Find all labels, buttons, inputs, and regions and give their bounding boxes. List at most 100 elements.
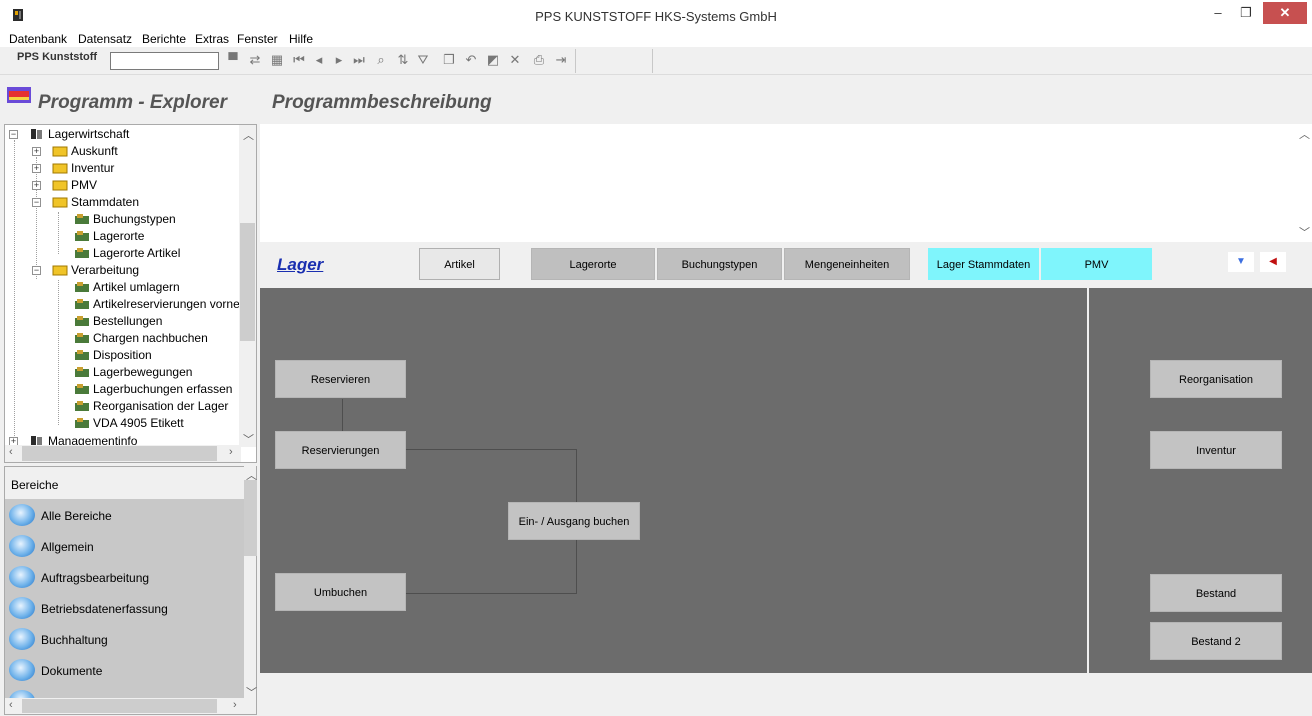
scrollbar-thumb[interactable] (240, 223, 255, 341)
tree-node-lagerbuchungen-erfassen[interactable]: Lagerbuchungen erfassen (7, 381, 239, 398)
tree-node-auskunft[interactable]: + Auskunft (7, 143, 237, 160)
inventur-button[interactable]: Inventur (1150, 431, 1282, 469)
previous-record-icon[interactable]: ◂ (310, 50, 328, 70)
lager-title-link[interactable]: Lager (277, 255, 323, 275)
tree-node-disposition[interactable]: Disposition (7, 347, 237, 364)
umbuchen-button[interactable]: Umbuchen (275, 573, 406, 611)
bereich-label: Buchhaltung (41, 633, 108, 647)
expand-icon[interactable]: + (32, 164, 41, 173)
tree-node-chargen-nachbuchen[interactable]: Chargen nachbuchen (7, 330, 237, 347)
bereich-alle-bereiche[interactable]: Alle Bereiche (5, 501, 244, 531)
nav-down-button[interactable]: ▼ (1228, 252, 1254, 272)
scroll-right-icon[interactable]: › (229, 446, 233, 458)
expand-icon[interactable]: + (32, 181, 41, 190)
menu-hilfe[interactable]: Hilfe (289, 32, 313, 46)
tree-vertical-scrollbar[interactable]: ︿ ﹀ (239, 125, 256, 447)
tree-label: Inventur (71, 161, 115, 175)
tree-node-inventur[interactable]: + Inventur (7, 160, 237, 177)
bereich-buchhaltung[interactable]: Buchhaltung (5, 625, 244, 655)
folder-icon (52, 146, 68, 157)
bereich-label: Betriebsdatenerfassung (41, 602, 168, 616)
bereich-partial[interactable] (5, 687, 244, 698)
tree-node-artikel-umlagern[interactable]: Artikel umlagern (7, 279, 237, 296)
toolbar-separator (652, 49, 653, 73)
bereich-allgemein[interactable]: Allgemein (5, 532, 244, 562)
reservieren-button[interactable]: Reservieren (275, 360, 406, 398)
description-scrollbar[interactable]: ︿ ﹀ (1295, 124, 1312, 242)
refresh-icon[interactable]: ⇄ (246, 50, 264, 70)
sort-icon[interactable]: ⇅ (394, 50, 412, 70)
scrollbar-thumb[interactable] (22, 446, 217, 461)
expand-icon[interactable]: + (32, 147, 41, 156)
tree-node-stammdaten[interactable]: − Stammdaten (7, 194, 237, 211)
tree-node-pmv[interactable]: + PMV (7, 177, 237, 194)
menu-berichte[interactable]: Berichte (142, 32, 186, 46)
tree-node-artikelreservierungen[interactable]: Artikelreservierungen vornel (7, 296, 239, 313)
bereiche-horizontal-scrollbar[interactable]: ‹ › (4, 698, 257, 715)
ein-ausgang-buchen-button[interactable]: Ein- / Ausgang buchen (508, 502, 640, 540)
grid-icon[interactable]: ▦ (268, 50, 286, 70)
collapse-icon[interactable]: − (9, 130, 18, 139)
nav-back-button[interactable]: ◀ (1260, 252, 1286, 272)
program-icon (75, 401, 89, 411)
tab-lager-stammdaten[interactable]: Lager Stammdaten (928, 248, 1039, 280)
tab-mengeneinheiten[interactable]: Mengeneinheiten (784, 248, 910, 280)
bereich-dokumente[interactable]: Dokumente (5, 656, 244, 686)
collapse-icon[interactable]: − (32, 198, 41, 207)
tree-node-buchungstypen[interactable]: Buchungstypen (7, 211, 237, 228)
scroll-down-icon[interactable]: ﹀ (243, 431, 254, 447)
new-record-icon[interactable]: ▀ (224, 50, 242, 70)
bereich-auftragsbearbeitung[interactable]: Auftragsbearbeitung (5, 563, 244, 593)
menu-fenster[interactable]: Fenster (237, 32, 278, 46)
reorganisation-button[interactable]: Reorganisation (1150, 360, 1282, 398)
scroll-up-icon[interactable]: ︿ (1299, 126, 1310, 142)
menu-extras[interactable]: Extras (195, 32, 229, 46)
tree-horizontal-scrollbar[interactable]: ‹ › (5, 445, 241, 462)
tab-artikel[interactable]: Artikel (419, 248, 500, 280)
print-icon[interactable]: ⎙ (530, 50, 548, 70)
tree-node-lagerorte-artikel[interactable]: Lagerorte Artikel (7, 245, 237, 262)
save-icon[interactable]: ◩ (484, 50, 502, 70)
close-button[interactable]: ✕ (1263, 2, 1307, 24)
reservierungen-button[interactable]: Reservierungen (275, 431, 406, 469)
tree-node-verarbeitung[interactable]: − Verarbeitung (7, 262, 237, 279)
maximize-button[interactable]: ❐ (1233, 2, 1259, 24)
copy-icon[interactable]: ❐ (440, 50, 458, 70)
minimize-button[interactable]: – (1205, 2, 1231, 24)
scroll-left-icon[interactable]: ‹ (9, 699, 13, 711)
tree-node-reorganisation-der-lager[interactable]: Reorganisation der Lager (7, 398, 239, 415)
tree-node-lagerbewegungen[interactable]: Lagerbewegungen (7, 364, 237, 381)
tab-buchungstypen[interactable]: Buchungstypen (657, 248, 782, 280)
scroll-left-icon[interactable]: ‹ (9, 446, 13, 458)
tree-node-lagerorte[interactable]: Lagerorte (7, 228, 237, 245)
tab-pmv[interactable]: PMV (1041, 248, 1152, 280)
toolbar-input[interactable] (110, 52, 219, 70)
menu-datenbank[interactable]: Datenbank (9, 32, 67, 46)
next-record-icon[interactable]: ▸ (330, 50, 348, 70)
program-icon (75, 350, 89, 360)
scroll-down-icon[interactable]: ﹀ (1299, 224, 1310, 240)
delete-icon[interactable]: ✕ (506, 50, 524, 70)
scrollbar-thumb[interactable] (22, 699, 217, 713)
first-record-icon[interactable]: ⏮ (290, 50, 308, 70)
bereich-betriebsdatenerfassung[interactable]: Betriebsdatenerfassung (5, 594, 244, 624)
filter-icon[interactable]: ⛛ (414, 50, 432, 70)
bestand-button[interactable]: Bestand (1150, 574, 1282, 612)
exit-icon[interactable]: ⇥ (552, 50, 570, 70)
collapse-icon[interactable]: − (32, 266, 41, 275)
undo-icon[interactable]: ↶ (462, 50, 480, 70)
search-record-icon[interactable]: ⌕ (372, 50, 390, 70)
tree-label: Stammdaten (71, 195, 140, 209)
bereiche-vertical-scrollbar[interactable]: ︿ ﹀ (244, 466, 257, 699)
scroll-right-icon[interactable]: › (233, 699, 237, 711)
scrollbar-thumb[interactable] (244, 480, 257, 556)
workflow-side-panel: Reorganisation Inventur Bestand Bestand … (1089, 288, 1312, 673)
tree-node-vda-4905-etikett[interactable]: VDA 4905 Etikett (7, 415, 237, 432)
tree-node-bestellungen[interactable]: Bestellungen (7, 313, 237, 330)
program-icon (75, 418, 89, 428)
bestand-2-button[interactable]: Bestand 2 (1150, 622, 1282, 660)
scroll-up-icon[interactable]: ︿ (243, 127, 254, 143)
menu-datensatz[interactable]: Datensatz (78, 32, 132, 46)
tab-lagerorte[interactable]: Lagerorte (531, 248, 655, 280)
last-record-icon[interactable]: ⏭ (350, 50, 368, 70)
